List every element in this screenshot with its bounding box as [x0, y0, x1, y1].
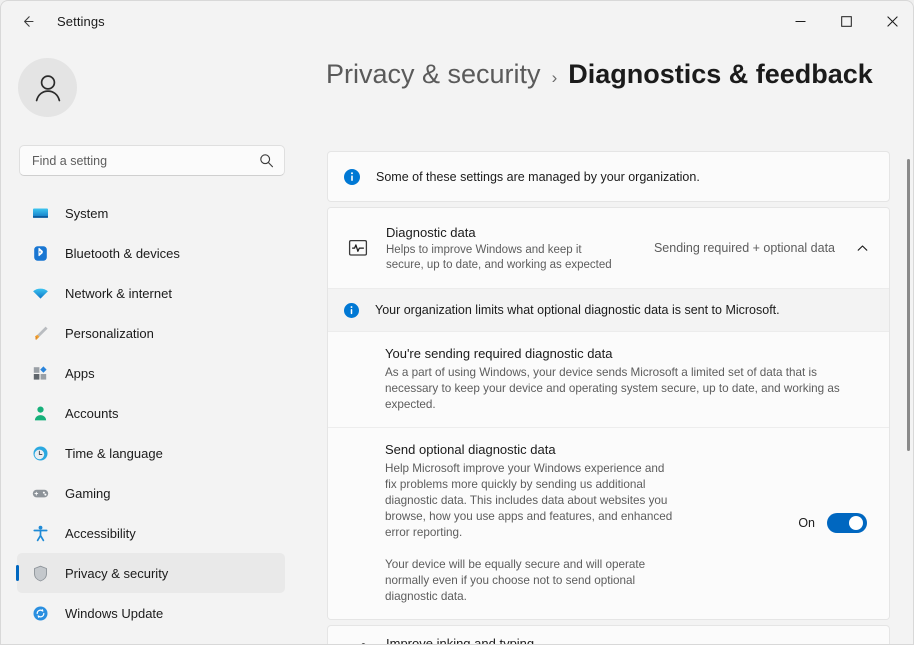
gamepad-icon — [25, 484, 55, 503]
search-icon — [259, 153, 274, 168]
organization-managed-banner: Some of these settings are managed by yo… — [327, 151, 890, 202]
organization-limits-notice: Your organization limits what optional d… — [328, 288, 889, 332]
sidebar-item-label: Personalization — [65, 326, 154, 341]
pen-icon — [340, 641, 376, 645]
optional-diagnostic-data-toggle[interactable] — [827, 513, 867, 533]
sidebar-item-bluetooth-devices[interactable]: Bluetooth & devices — [17, 233, 285, 273]
sidebar-item-system[interactable]: System — [17, 193, 285, 233]
sidebar-item-label: Privacy & security — [65, 566, 168, 581]
content-area: Privacy & security › Diagnostics & feedb… — [301, 41, 914, 645]
diagnostic-data-title: Diagnostic data — [386, 224, 644, 241]
sidebar-item-label: Bluetooth & devices — [65, 246, 180, 261]
diagnostic-data-subtitle: Helps to improve Windows and keep it sec… — [386, 243, 616, 273]
chevron-up-icon[interactable] — [849, 242, 875, 255]
apps-icon — [25, 364, 55, 383]
page-title: Diagnostics & feedback — [568, 59, 873, 90]
improve-inking-typing-row[interactable]: Improve inking and typing Send optional … — [327, 625, 890, 645]
caption-buttons — [777, 1, 914, 41]
sidebar-item-network-internet[interactable]: Network & internet — [17, 273, 285, 313]
optional-data-toggle-group: On — [798, 513, 867, 533]
monitor-icon — [25, 204, 55, 223]
optional-data-texts: Send optional diagnostic data Help Micro… — [385, 441, 798, 605]
breadcrumb-parent[interactable]: Privacy & security — [326, 59, 541, 90]
toggle-knob — [849, 516, 863, 530]
sidebar-item-label: Apps — [65, 366, 95, 381]
sidebar-item-label: Accounts — [65, 406, 118, 421]
sidebar-item-time-language[interactable]: Time & language — [17, 433, 285, 473]
inking-typing-texts: Improve inking and typing Send optional … — [386, 635, 819, 645]
app-title: Settings — [57, 14, 105, 29]
paintbrush-icon — [25, 324, 55, 343]
sidebar-item-accessibility[interactable]: Accessibility — [17, 513, 285, 553]
sidebar-item-privacy-security[interactable]: Privacy & security — [17, 553, 285, 593]
sidebar-item-gaming[interactable]: Gaming — [17, 473, 285, 513]
breadcrumb-separator-icon: › — [552, 68, 558, 88]
title-bar: Settings — [1, 1, 914, 41]
settings-list: Some of these settings are managed by yo… — [327, 151, 890, 645]
info-icon — [344, 169, 360, 185]
scrollbar-thumb[interactable] — [907, 159, 910, 451]
maximize-icon — [841, 16, 852, 27]
diagnostic-data-value: Sending required + optional data — [654, 241, 835, 255]
optional-data-body-1: Help Microsoft improve your Windows expe… — [385, 461, 675, 541]
minimize-button[interactable] — [777, 1, 823, 41]
search-box[interactable] — [19, 145, 285, 176]
optional-diagnostic-data-section: Send optional diagnostic data Help Micro… — [328, 428, 889, 619]
wifi-icon — [25, 284, 55, 303]
toggle-state-label: On — [798, 516, 815, 530]
optional-data-body-2: Your device will be equally secure and w… — [385, 557, 675, 605]
sidebar-item-label: System — [65, 206, 108, 221]
bluetooth-icon — [25, 244, 55, 263]
optional-data-title: Send optional diagnostic data — [385, 441, 782, 459]
user-avatar-icon — [29, 69, 67, 107]
sidebar-item-label: Accessibility — [65, 526, 136, 541]
clock-icon — [25, 444, 55, 463]
organization-limits-text: Your organization limits what optional d… — [375, 303, 780, 317]
search-input[interactable] — [32, 154, 259, 168]
person-icon — [25, 404, 55, 423]
sidebar-item-windows-update[interactable]: Windows Update — [17, 593, 285, 633]
sidebar-item-label: Time & language — [65, 446, 163, 461]
info-icon — [344, 303, 359, 318]
pulse-monitor-icon — [340, 237, 376, 259]
sidebar-item-apps[interactable]: Apps — [17, 353, 285, 393]
sidebar-item-personalization[interactable]: Personalization — [17, 313, 285, 353]
required-data-body: As a part of using Windows, your device … — [385, 365, 873, 413]
sidebar-item-label: Network & internet — [65, 286, 172, 301]
shield-icon — [25, 564, 55, 583]
content-scrollbar[interactable] — [905, 159, 911, 451]
maximize-button[interactable] — [823, 1, 869, 41]
breadcrumb: Privacy & security › Diagnostics & feedb… — [326, 59, 873, 90]
sidebar: System Bluetooth & devices — [1, 41, 301, 645]
update-icon — [25, 604, 55, 623]
diagnostic-data-header[interactable]: Diagnostic data Helps to improve Windows… — [328, 208, 889, 288]
diagnostic-data-expander: Diagnostic data Helps to improve Windows… — [327, 207, 890, 620]
inking-typing-title: Improve inking and typing — [386, 635, 819, 645]
accessibility-icon — [25, 524, 55, 543]
avatar[interactable] — [18, 58, 77, 117]
close-icon — [887, 16, 898, 27]
organization-managed-text: Some of these settings are managed by yo… — [376, 170, 700, 184]
diagnostic-data-texts: Diagnostic data Helps to improve Windows… — [386, 224, 654, 273]
sidebar-nav: System Bluetooth & devices — [1, 193, 301, 633]
required-data-title: You're sending required diagnostic data — [385, 345, 873, 363]
required-diagnostic-data-section: You're sending required diagnostic data … — [328, 332, 889, 428]
close-button[interactable] — [869, 1, 914, 41]
settings-window: Settings — [0, 0, 914, 645]
sidebar-item-accounts[interactable]: Accounts — [17, 393, 285, 433]
back-button[interactable] — [11, 6, 45, 36]
sidebar-item-label: Windows Update — [65, 606, 163, 621]
minimize-icon — [795, 16, 806, 27]
sidebar-item-label: Gaming — [65, 486, 111, 501]
